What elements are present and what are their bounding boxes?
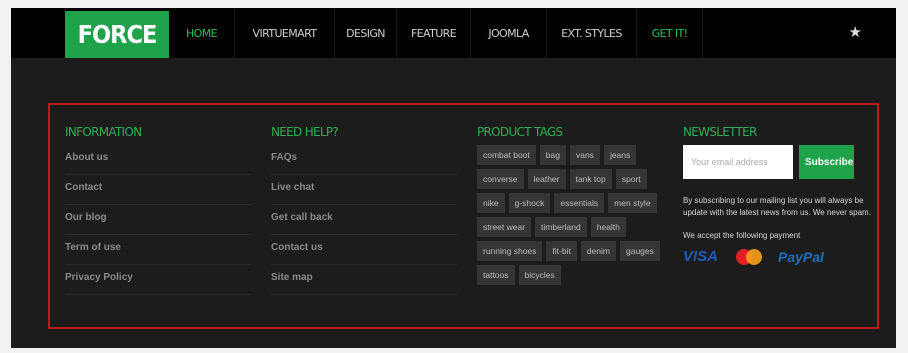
tag-tattoos[interactable]: tattoos — [477, 265, 515, 285]
tags-title: PRODUCT TAGS — [477, 125, 563, 139]
tag-bag[interactable]: bag — [539, 145, 566, 165]
paypal-icon: PayPal — [778, 248, 824, 265]
link-term-of-use[interactable]: Term of use — [65, 235, 251, 265]
tag-cloud: combat boot bag vans jeans converse leat… — [477, 145, 667, 289]
top-navbar: FORCE HOME VIRTUEMART DESIGN FEATURE JOO… — [11, 8, 896, 58]
email-input[interactable] — [683, 145, 793, 179]
newsletter-form: Subscribe — [683, 145, 873, 179]
link-contact-us[interactable]: Contact us — [271, 235, 457, 265]
link-get-call-back[interactable]: Get call back — [271, 205, 457, 235]
tag-nike[interactable]: nike — [477, 193, 505, 213]
newsletter-title: NEWSLETTER — [683, 125, 757, 139]
visa-icon: VISA — [683, 248, 719, 265]
help-links: FAQs Live chat Get call back Contact us … — [271, 145, 457, 295]
tag-converse[interactable]: converse — [477, 169, 524, 189]
tag-essentials[interactable]: essentials — [554, 193, 605, 213]
tag-g-shock[interactable]: g-shock — [508, 193, 551, 213]
information-title: INFORMATION — [65, 125, 142, 139]
page-frame: FORCE HOME VIRTUEMART DESIGN FEATURE JOO… — [11, 8, 896, 348]
help-title: NEED HELP? — [271, 125, 339, 139]
link-site-map[interactable]: Site map — [271, 265, 457, 295]
tag-men-style[interactable]: men style — [608, 193, 657, 213]
tags-column: PRODUCT TAGS combat boot bag vans jeans … — [477, 125, 667, 289]
help-column: NEED HELP? FAQs Live chat Get call back … — [271, 125, 457, 295]
tag-jeans[interactable]: jeans — [603, 145, 637, 165]
newsletter-column: NEWSLETTER Subscribe By subscribing to o… — [683, 125, 873, 265]
nav-get-it[interactable]: GET IT! — [637, 8, 703, 58]
payment-logos: VISA PayPal — [683, 248, 873, 265]
mastercard-icon — [736, 248, 763, 265]
footer-panel: INFORMATION About us Contact Our blog Te… — [48, 103, 879, 329]
tag-timberland[interactable]: timberland — [535, 217, 587, 237]
star-icon[interactable]: ★ — [849, 23, 862, 41]
tag-bicycles[interactable]: bicycles — [518, 265, 561, 285]
logo[interactable]: FORCE — [65, 11, 169, 58]
tag-denim[interactable]: denim — [580, 241, 616, 261]
nav-design[interactable]: DESIGN — [335, 8, 397, 58]
tag-tank-top[interactable]: tank top — [569, 169, 612, 189]
link-faqs[interactable]: FAQs — [271, 145, 457, 175]
nav-feature[interactable]: FEATURE — [397, 8, 471, 58]
tag-fit-bit[interactable]: fit-bit — [546, 241, 577, 261]
tag-street-wear[interactable]: street wear — [477, 217, 532, 237]
link-about-us[interactable]: About us — [65, 145, 251, 175]
payment-label: We accept the following payment — [683, 231, 801, 240]
information-column: INFORMATION About us Contact Our blog Te… — [65, 125, 251, 295]
link-live-chat[interactable]: Live chat — [271, 175, 457, 205]
tag-gauges[interactable]: gauges — [619, 241, 660, 261]
main-nav: HOME VIRTUEMART DESIGN FEATURE JOOMLA EX… — [169, 8, 703, 58]
tag-leather[interactable]: leather — [527, 169, 566, 189]
newsletter-description: By subscribing to our mailing list you w… — [683, 196, 871, 217]
tag-sport[interactable]: sport — [615, 169, 647, 189]
tag-health[interactable]: health — [590, 217, 626, 237]
information-links: About us Contact Our blog Term of use Pr… — [65, 145, 251, 295]
link-contact[interactable]: Contact — [65, 175, 251, 205]
nav-virtuemart[interactable]: VIRTUEMART — [235, 8, 335, 58]
nav-home[interactable]: HOME — [169, 8, 235, 58]
tag-running-shoes[interactable]: running shoes — [477, 241, 543, 261]
tag-combat-boot[interactable]: combat boot — [477, 145, 536, 165]
link-our-blog[interactable]: Our blog — [65, 205, 251, 235]
link-privacy-policy[interactable]: Privacy Policy — [65, 265, 251, 295]
subscribe-button[interactable]: Subscribe — [799, 145, 854, 179]
nav-joomla[interactable]: JOOMLA — [471, 8, 547, 58]
tag-vans[interactable]: vans — [569, 145, 600, 165]
nav-ext-styles[interactable]: EXT. STYLES — [547, 8, 637, 58]
